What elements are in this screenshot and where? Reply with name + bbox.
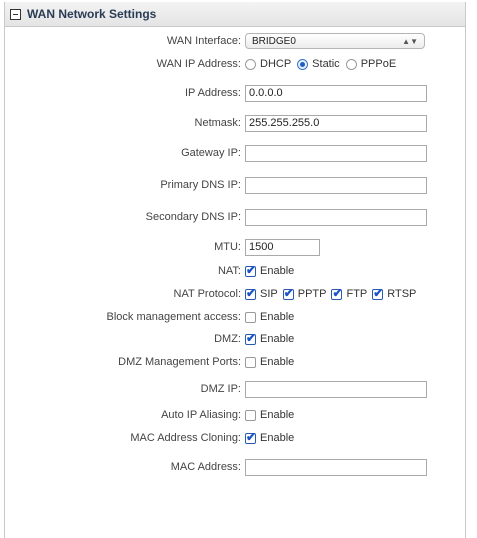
mac-address-input[interactable] [245,458,427,476]
netmask-input[interactable]: 255.255.255.0 [245,114,427,132]
dmz-checkbox[interactable] [245,333,256,345]
mac-cloning-label: MAC Address Cloning: [130,432,241,444]
collapse-icon[interactable] [10,8,21,20]
mtu-label: MTU: [214,241,241,253]
auto-ip-aliasing-checkbox[interactable] [245,409,256,421]
primary-dns-input[interactable] [245,176,427,194]
rtsp-label: RTSP [387,288,417,300]
sip-checkbox[interactable] [245,288,256,300]
dhcp-radio-label: DHCP [260,58,292,70]
pptp-label: PPTP [297,288,327,300]
block-management-row: Block management access: Enable [5,306,465,328]
static-radio[interactable] [297,58,309,70]
mtu-row: MTU: 1500 [5,236,465,258]
rtsp-checkbox[interactable] [372,288,383,300]
wan-interface-row: WAN Interface: BRIDGE0 ▲▼ [5,30,465,52]
sip-label: SIP [260,288,278,300]
dmz-management-ports-enable-label: Enable [260,356,295,368]
nat-row: NAT: Enable [5,260,465,282]
dmz-management-ports-row: DMZ Management Ports: Enable [5,351,465,373]
section-title: WAN Network Settings [27,7,157,21]
dmz-ip-input[interactable] [245,380,427,398]
select-arrows-icon: ▲▼ [402,36,418,46]
wan-ip-address-label: WAN IP Address: [156,58,241,70]
primary-dns-row: Primary DNS IP: [5,174,465,196]
nat-protocol-row: NAT Protocol: SIP PPTP FTP RTSP [5,283,465,305]
netmask-row: Netmask: 255.255.255.0 [5,112,465,134]
gateway-ip-label: Gateway IP: [181,147,241,159]
pptp-checkbox[interactable] [282,288,294,300]
secondary-dns-row: Secondary DNS IP: [5,206,465,228]
ip-address-input[interactable]: 0.0.0.0 [245,84,427,102]
block-management-label: Block management access: [106,311,241,323]
dmz-management-ports-label: DMZ Management Ports: [118,356,241,368]
dmz-row: DMZ: Enable [5,328,465,350]
wan-interface-label: WAN Interface: [166,35,241,47]
mtu-input[interactable]: 1500 [245,238,320,256]
gateway-ip-input[interactable] [245,144,427,162]
nat-label: NAT: [217,265,241,277]
ip-address-label: IP Address: [184,87,241,99]
wan-interface-value: BRIDGE0 [252,35,296,47]
mac-address-row: MAC Address: [5,456,465,478]
dhcp-radio[interactable] [245,58,256,70]
wan-network-settings-panel: WAN Network Settings WAN Interface: BRID… [4,2,466,538]
block-management-enable-label: Enable [260,311,295,323]
mac-cloning-row: MAC Address Cloning: Enable [5,427,465,449]
auto-ip-aliasing-row: Auto IP Aliasing: Enable [5,404,465,426]
mac-cloning-enable-label: Enable [260,432,295,444]
mac-cloning-checkbox[interactable] [245,432,256,444]
gateway-ip-row: Gateway IP: [5,142,465,164]
secondary-dns-input[interactable] [245,208,427,226]
nat-protocol-label: NAT Protocol: [173,288,241,300]
wan-interface-select[interactable]: BRIDGE0 ▲▼ [245,33,425,49]
pppoe-radio-label: PPPoE [360,58,397,70]
dmz-management-ports-checkbox[interactable] [245,356,256,368]
secondary-dns-label: Secondary DNS IP: [145,211,241,223]
nat-enable-label: Enable [260,265,295,277]
netmask-label: Netmask: [194,117,241,129]
section-header[interactable]: WAN Network Settings [5,2,465,27]
block-management-checkbox[interactable] [245,311,256,323]
ftp-label: FTP [346,288,368,300]
mac-address-label: MAC Address: [170,461,241,473]
auto-ip-aliasing-label: Auto IP Aliasing: [161,409,241,421]
nat-enable-checkbox[interactable] [245,265,256,277]
ip-address-row: IP Address: 0.0.0.0 [5,82,465,104]
pppoe-radio[interactable] [345,58,357,70]
static-radio-label: Static [312,58,340,70]
dmz-ip-row: DMZ IP: [5,378,465,400]
dmz-label: DMZ: [214,333,241,345]
auto-ip-aliasing-enable-label: Enable [260,409,295,421]
dmz-ip-label: DMZ IP: [200,383,241,395]
dmz-enable-label: Enable [260,333,295,345]
ftp-checkbox[interactable] [331,288,343,300]
primary-dns-label: Primary DNS IP: [160,179,241,191]
wan-ip-address-row: WAN IP Address: DHCP Static PPPoE [5,53,465,75]
